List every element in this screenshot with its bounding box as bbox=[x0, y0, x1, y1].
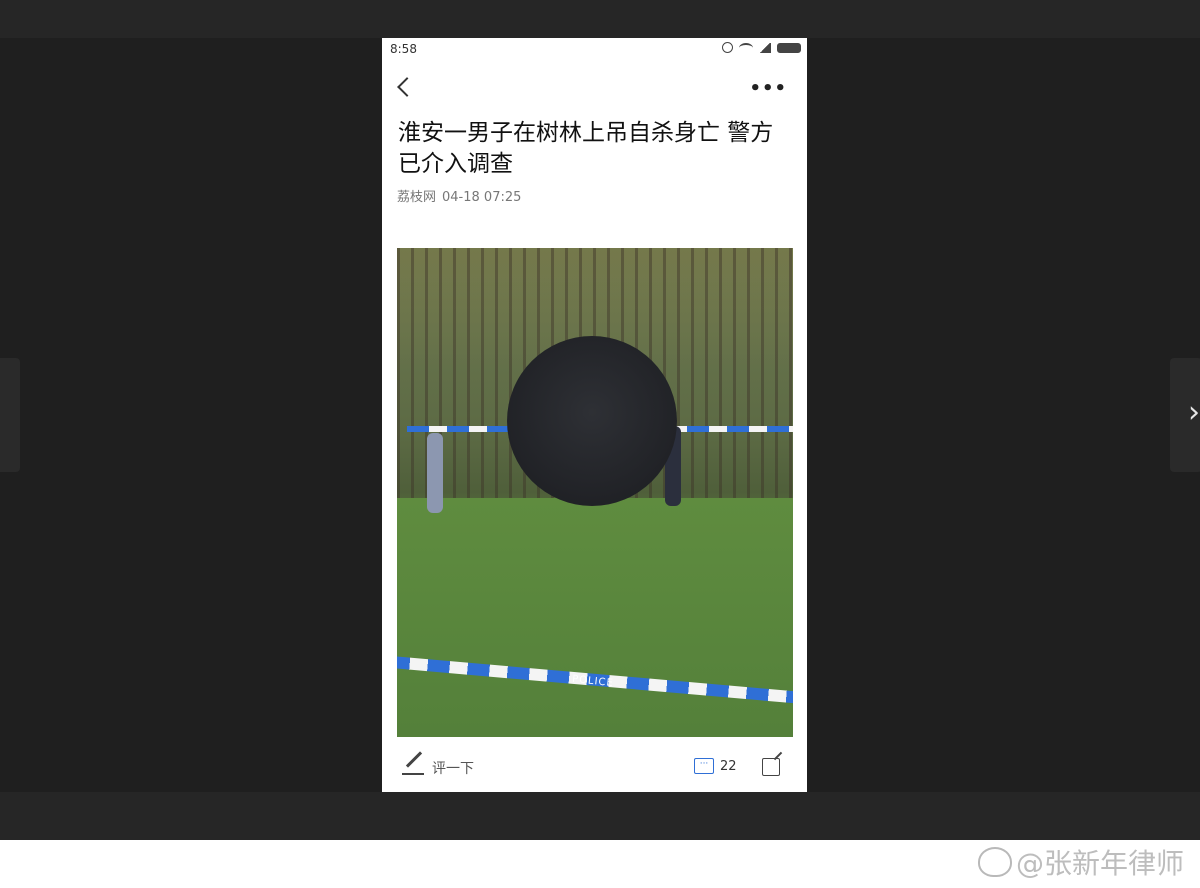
watermark-text: @张新年律师 bbox=[1015, 847, 1184, 880]
comment-count[interactable]: 22 bbox=[720, 759, 737, 774]
chevron-right-icon: › bbox=[1188, 395, 1200, 430]
pencil-base bbox=[402, 773, 424, 775]
share-icon[interactable] bbox=[762, 758, 780, 776]
watermark: @张新年律师 bbox=[977, 842, 1184, 882]
article-image[interactable]: POLICE bbox=[397, 248, 793, 737]
viewer-top-bar bbox=[0, 0, 1200, 38]
redaction-circle bbox=[507, 336, 677, 506]
photo-person bbox=[427, 433, 443, 513]
wifi-icon bbox=[739, 42, 753, 53]
pencil-icon bbox=[405, 751, 423, 768]
alarm-icon bbox=[722, 42, 733, 53]
signal-icon bbox=[759, 42, 771, 53]
article-title: 淮安一男子在树林上吊自杀身亡 警方已介入调查 bbox=[398, 120, 774, 177]
article-meta: 荔枝网 04-18 07:25 bbox=[397, 186, 521, 205]
article-date: 04-18 07:25 bbox=[442, 190, 522, 205]
previous-image-button[interactable] bbox=[0, 358, 20, 472]
viewer-bottom-bar bbox=[0, 792, 1200, 840]
more-icon[interactable]: ••• bbox=[749, 80, 787, 98]
status-icons bbox=[722, 42, 801, 53]
status-bar: 8:58 bbox=[382, 38, 807, 60]
article-source[interactable]: 荔枝网 bbox=[397, 190, 436, 205]
photo-grass bbox=[397, 498, 793, 737]
image-viewer: › 8:58 ••• 淮安一男子在树林上吊自杀身亡 警方已介入调查 荔枝网 04-… bbox=[0, 0, 1200, 840]
battery-icon bbox=[777, 42, 801, 53]
phone-screenshot: 8:58 ••• 淮安一男子在树林上吊自杀身亡 警方已介入调查 荔枝网 04-18… bbox=[382, 38, 807, 792]
weibo-logo-icon bbox=[977, 847, 1012, 877]
article-bottom-bar: 评一下 ··· 22 bbox=[382, 746, 807, 790]
next-image-button[interactable]: › bbox=[1170, 358, 1200, 472]
comment-input[interactable]: 评一下 bbox=[432, 758, 474, 778]
comments-icon[interactable]: ··· bbox=[694, 758, 714, 774]
article-top-nav: ••• bbox=[382, 74, 807, 108]
status-time: 8:58 bbox=[390, 42, 417, 56]
back-icon[interactable] bbox=[397, 77, 417, 97]
